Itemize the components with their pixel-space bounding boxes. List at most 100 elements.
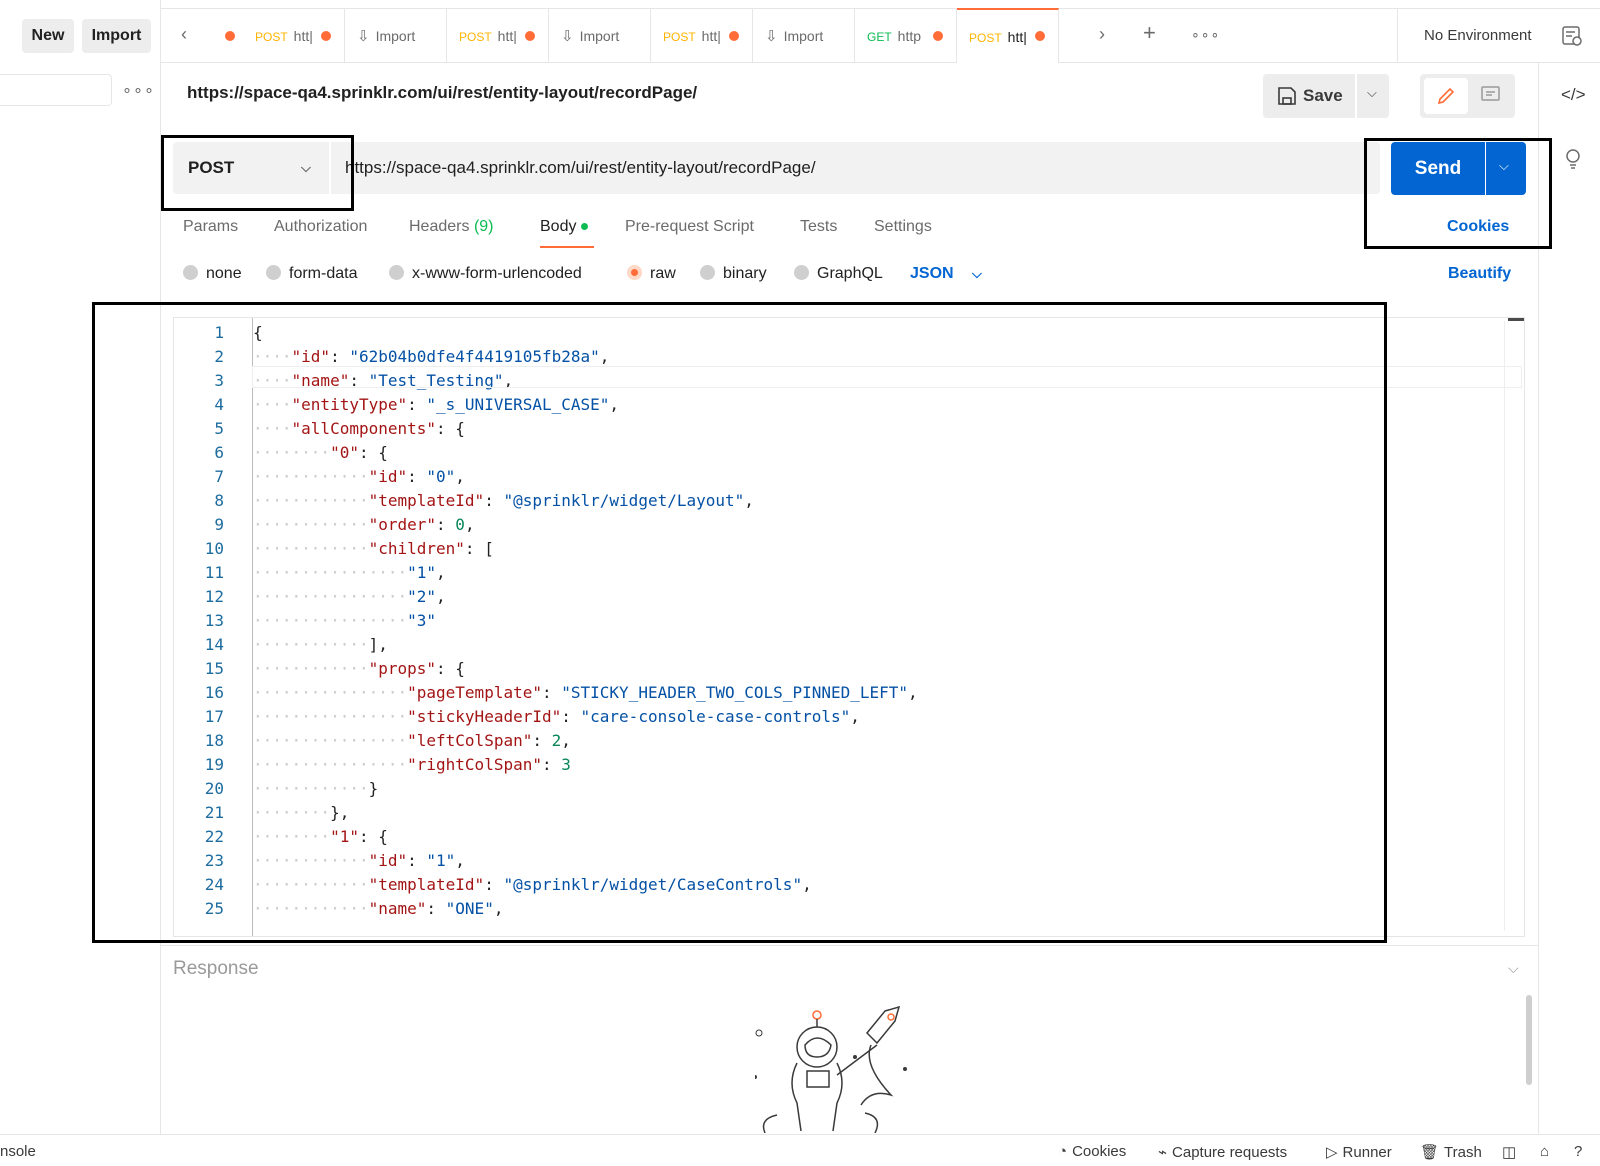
tab-prerequest-script[interactable]: Pre-request Script <box>625 218 754 236</box>
radio-icon <box>266 265 281 280</box>
sidebar-search-input[interactable] <box>0 74 112 106</box>
tab-method: POST <box>459 30 492 44</box>
beautify-link[interactable]: Beautify <box>1448 265 1511 283</box>
postman-app: New Import ∘∘∘ ‹ POST htt| ⇩ Import POST ht… <box>0 0 1600 1166</box>
chevron-down-icon: ⌵ <box>972 266 982 281</box>
tab-request[interactable]: GET http <box>855 9 957 63</box>
tab-label: htt| <box>1007 29 1027 45</box>
tab-method: POST <box>663 30 696 44</box>
unsaved-dot-icon <box>321 31 331 41</box>
bootcamp-icon[interactable]: ⌂ <box>1540 1143 1549 1160</box>
response-scrollbar[interactable] <box>1526 995 1532 1085</box>
radio-graphql[interactable]: GraphQL <box>794 265 883 283</box>
tab-headers[interactable]: Headers (9) <box>409 218 494 236</box>
environment-quick-look-icon[interactable] <box>1561 25 1583 47</box>
runner-icon: ▷ <box>1326 1144 1338 1161</box>
radio-icon <box>389 265 404 280</box>
editor-scrollbar-thumb[interactable] <box>1508 318 1524 321</box>
more-icon[interactable]: ∘∘∘ <box>122 80 154 100</box>
tab-request[interactable]: POST htt| <box>447 9 549 63</box>
environment-label: No Environment <box>1424 27 1532 44</box>
radio-selected-icon <box>627 265 642 280</box>
radio-icon <box>794 265 809 280</box>
chevron-left-icon[interactable]: ‹ <box>181 24 187 45</box>
annotation-box-editor <box>92 302 1387 943</box>
unsaved-dot-icon <box>729 31 739 41</box>
code-icon[interactable]: </> <box>1561 85 1586 105</box>
tab-bar: ‹ POST htt| ⇩ Import POST htt| ⇩ Import POST… <box>161 8 1600 63</box>
unsaved-dot-icon <box>225 31 235 41</box>
tab-label: Import <box>783 28 824 44</box>
radio-raw[interactable]: raw <box>627 265 676 283</box>
capture-requests-button[interactable]: ⌁ Capture requests <box>1158 1143 1287 1161</box>
runner-button[interactable]: ▷ Runner <box>1326 1143 1392 1161</box>
language-select[interactable]: JSON ⌵ <box>910 265 982 283</box>
chevron-down-icon[interactable]: ⌵ <box>1508 960 1519 977</box>
tab-import[interactable]: ⇩ Import <box>549 9 651 63</box>
console-button[interactable]: nsole <box>0 1143 36 1160</box>
help-icon[interactable]: ? <box>1574 1143 1582 1160</box>
two-pane-icon[interactable]: ◫ <box>1502 1143 1516 1161</box>
capture-requests-label: Capture requests <box>1172 1144 1288 1161</box>
more-icon[interactable]: ∘∘∘ <box>1191 26 1220 43</box>
tab-params[interactable]: Params <box>183 218 238 236</box>
tab-import[interactable]: ⇩ Import <box>753 9 855 63</box>
cookies-status-button[interactable]: ◔ Cookies <box>1058 1143 1126 1160</box>
import-icon: ⇩ <box>561 28 574 45</box>
tab-request-active[interactable]: POST htt| <box>957 8 1059 63</box>
tab-request[interactable]: POST htt| <box>651 9 753 63</box>
chevron-down-icon: ⌵ <box>1367 85 1377 100</box>
capture-icon: ⌁ <box>1158 1144 1168 1161</box>
tab-label: http <box>897 28 922 44</box>
tab-import[interactable]: ⇩ Import <box>345 9 447 63</box>
chevron-right-icon[interactable]: › <box>1099 24 1105 45</box>
tab-request[interactable]: POST htt| <box>243 9 345 63</box>
radio-form-data-label: form-data <box>289 265 358 282</box>
radio-urlencoded-label: x-www-form-urlencoded <box>412 265 582 282</box>
radio-raw-label: raw <box>650 265 676 282</box>
radio-icon <box>700 265 715 280</box>
tab-label: htt| <box>497 28 517 44</box>
save-icon <box>1278 87 1296 105</box>
trash-button[interactable]: 🗑 Trash <box>1420 1143 1482 1161</box>
new-button[interactable]: New <box>22 19 74 53</box>
trash-label: Trash <box>1444 1144 1482 1161</box>
lightbulb-icon[interactable] <box>1563 147 1583 169</box>
response-divider <box>161 945 1538 946</box>
response-label[interactable]: Response <box>173 958 259 980</box>
unsaved-dot-icon <box>1035 31 1045 41</box>
comment-icon[interactable] <box>1480 84 1502 106</box>
tab-method: GET <box>867 30 892 44</box>
tab-tests[interactable]: Tests <box>800 218 837 236</box>
radio-binary[interactable]: binary <box>700 265 767 283</box>
save-button[interactable]: Save <box>1263 74 1355 118</box>
astronaut-illustration <box>753 1005 930 1134</box>
tab-authorization[interactable]: Authorization <box>274 218 367 236</box>
cookies-status-label: Cookies <box>1072 1143 1127 1160</box>
import-icon: ⇩ <box>357 28 370 45</box>
radio-none[interactable]: none <box>183 265 242 283</box>
status-bar: nsole ◔ Cookies ⌁ Capture requests ▷ Runner… <box>0 1134 1600 1166</box>
trash-icon: 🗑 <box>1420 1144 1440 1161</box>
runner-label: Runner <box>1342 1144 1392 1161</box>
import-icon: ⇩ <box>765 28 778 45</box>
save-label: Save <box>1303 86 1343 105</box>
tab-headers-label: Headers <box>409 218 470 235</box>
import-button[interactable]: Import <box>82 19 151 53</box>
radio-none-label: none <box>206 265 242 282</box>
request-title[interactable]: https://space-qa4.sprinklr.com/ui/rest/e… <box>187 83 697 103</box>
radio-urlencoded[interactable]: x-www-form-urlencoded <box>389 265 582 283</box>
url-input[interactable]: https://space-qa4.sprinklr.com/ui/rest/e… <box>331 142 1380 194</box>
save-dropdown-button[interactable]: ⌵ <box>1357 74 1389 118</box>
radio-form-data[interactable]: form-data <box>266 265 357 283</box>
editor-scrollbar-track[interactable] <box>1504 321 1505 931</box>
annotation-box-method <box>161 135 354 211</box>
plus-icon[interactable]: + <box>1143 20 1156 46</box>
unsaved-dot-icon <box>525 31 535 41</box>
tab-settings[interactable]: Settings <box>874 218 932 236</box>
tab-label: Import <box>375 28 416 44</box>
edit-mode-button[interactable] <box>1424 78 1468 114</box>
tab-body[interactable]: Body <box>540 218 589 236</box>
tab-body-label: Body <box>540 218 577 235</box>
radio-graphql-label: GraphQL <box>817 265 883 282</box>
